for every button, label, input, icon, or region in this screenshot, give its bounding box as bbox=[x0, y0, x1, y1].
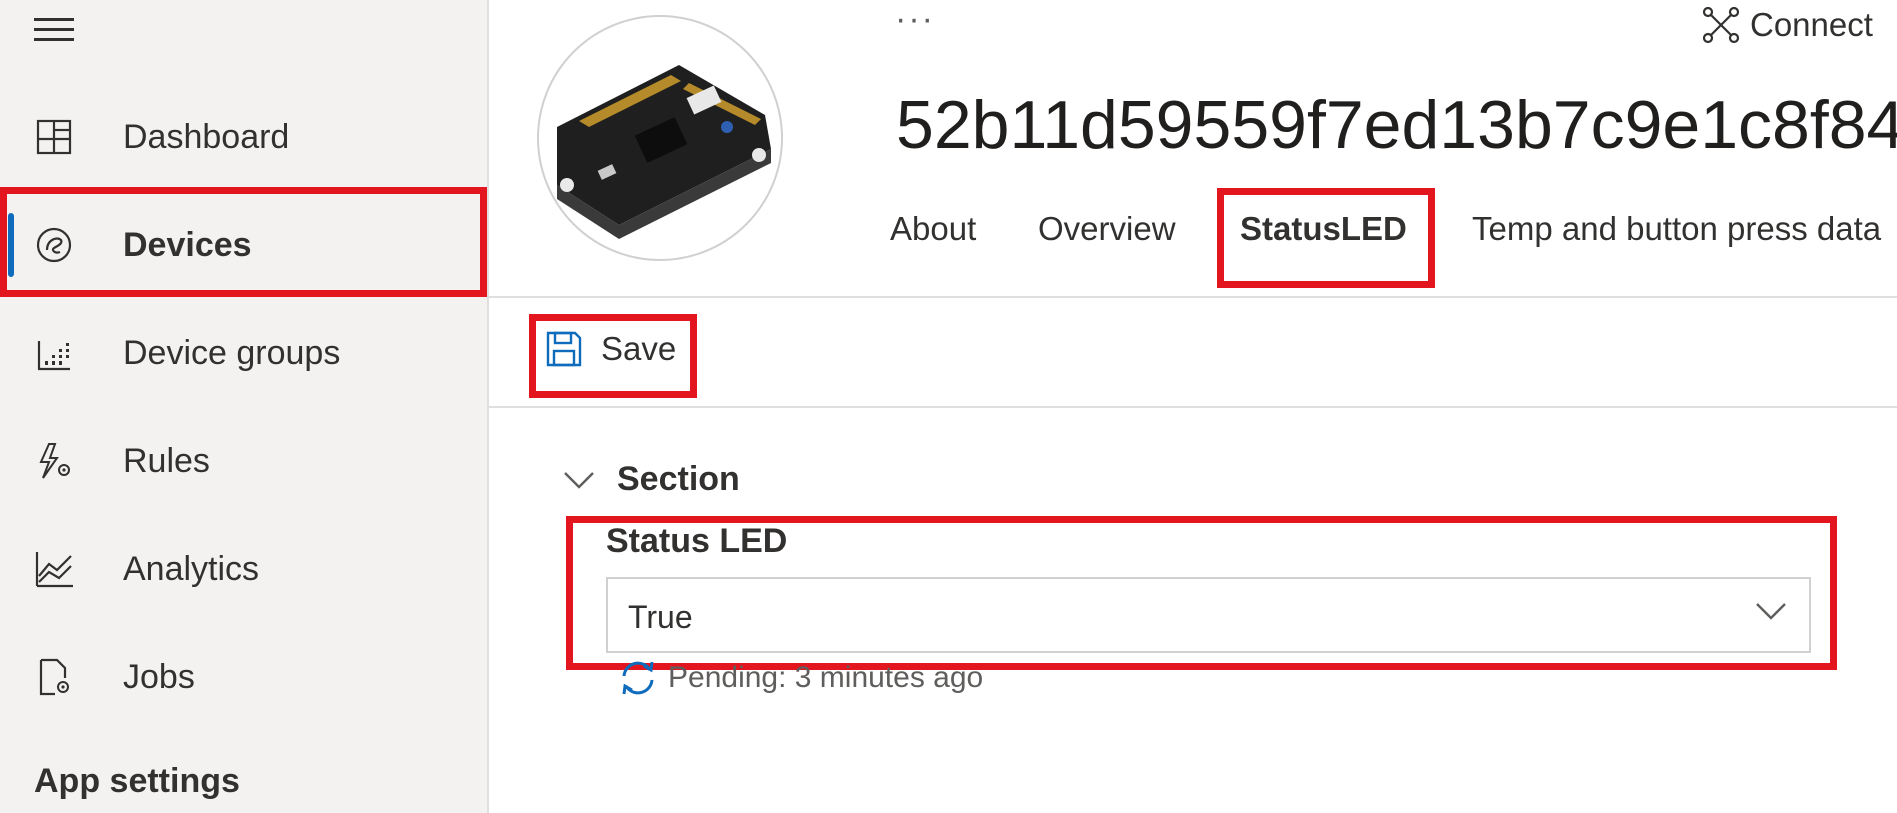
chevron-down-icon bbox=[1755, 601, 1787, 626]
sidebar-item-label: Jobs bbox=[123, 657, 195, 696]
pending-status: Pending: 3 minutes ago bbox=[616, 656, 983, 700]
connect-label: Connect bbox=[1750, 6, 1873, 43]
status-led-value: True bbox=[628, 599, 693, 635]
section-toggle[interactable]: Section bbox=[563, 460, 740, 499]
connect-button[interactable]: Connect bbox=[1702, 6, 1873, 44]
dashboard-icon bbox=[32, 115, 76, 159]
sidebar-item-label: Analytics bbox=[123, 549, 260, 588]
devices-icon bbox=[32, 223, 76, 267]
sidebar-item-rules[interactable]: Rules bbox=[0, 416, 487, 506]
sidebar-item-label: Devices bbox=[123, 225, 252, 264]
header-divider bbox=[489, 296, 1897, 298]
sidebar-item-devices[interactable]: Devices bbox=[0, 200, 487, 290]
sidebar-item-label: Rules bbox=[123, 441, 210, 480]
sidebar-item-label: Dashboard bbox=[123, 117, 290, 156]
device-image bbox=[537, 15, 783, 261]
save-label: Save bbox=[601, 330, 677, 367]
rules-icon bbox=[32, 439, 76, 483]
save-icon bbox=[545, 330, 583, 368]
connect-icon bbox=[1702, 6, 1740, 44]
sidebar-item-jobs[interactable]: Jobs bbox=[0, 632, 487, 722]
tab-overview[interactable]: Overview bbox=[1038, 210, 1176, 248]
tab-about[interactable]: About bbox=[890, 210, 976, 248]
tab-temp-and-button-press-data[interactable]: Temp and button press data bbox=[1472, 210, 1881, 248]
sidebar: Dashboard Devices Device groups Rules An… bbox=[0, 0, 489, 813]
device-groups-icon bbox=[32, 331, 76, 375]
chevron-down-icon bbox=[564, 471, 594, 489]
save-button[interactable]: Save bbox=[545, 330, 676, 368]
section-title: Section bbox=[617, 460, 740, 498]
status-led-label: Status LED bbox=[606, 522, 788, 560]
jobs-icon bbox=[32, 655, 76, 699]
app-settings-heading[interactable]: App settings bbox=[34, 762, 240, 801]
sidebar-item-dashboard[interactable]: Dashboard bbox=[0, 92, 487, 182]
tab-statusled[interactable]: StatusLED bbox=[1240, 210, 1407, 248]
hamburger-menu-icon[interactable] bbox=[34, 16, 74, 44]
status-led-dropdown[interactable]: True bbox=[606, 577, 1811, 653]
more-options-button[interactable]: ··· bbox=[895, 0, 935, 39]
pending-text: Pending: 3 minutes ago bbox=[668, 661, 984, 694]
toolbar-divider bbox=[489, 406, 1897, 408]
sync-icon bbox=[616, 656, 660, 700]
sidebar-item-analytics[interactable]: Analytics bbox=[0, 524, 487, 614]
analytics-icon bbox=[32, 547, 76, 591]
device-title: 52b11d59559f7ed13b7c9e1c8f84 bbox=[896, 87, 1897, 163]
sidebar-item-label: Device groups bbox=[123, 333, 341, 372]
sidebar-item-device-groups[interactable]: Device groups bbox=[0, 308, 487, 398]
